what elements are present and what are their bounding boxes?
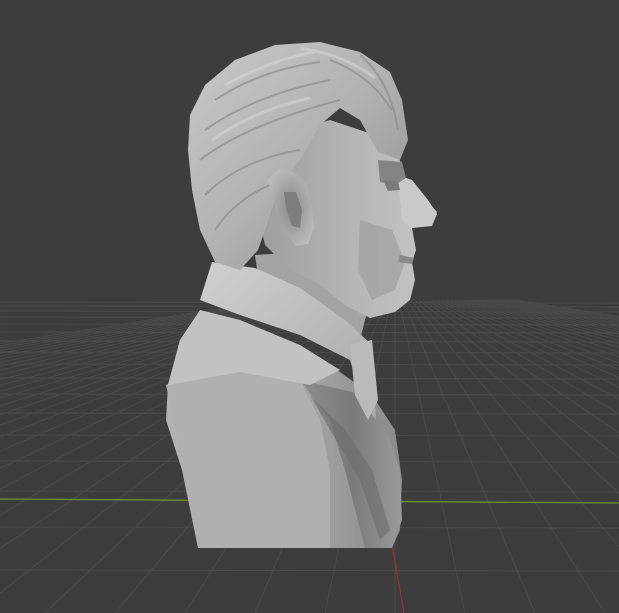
grid-line bbox=[434, 299, 619, 388]
grid-line bbox=[482, 299, 619, 330]
grid-line bbox=[402, 299, 536, 613]
grid-line bbox=[458, 299, 619, 348]
grid-line bbox=[494, 299, 619, 325]
grid-line bbox=[462, 299, 619, 345]
torso-front bbox=[166, 370, 330, 548]
3d-viewport[interactable] bbox=[0, 0, 619, 613]
bust-model[interactable] bbox=[166, 42, 437, 548]
grid-line bbox=[398, 299, 466, 613]
grid-line bbox=[490, 299, 619, 326]
grid-line bbox=[438, 299, 619, 379]
grid-line bbox=[470, 299, 619, 338]
nose bbox=[398, 175, 437, 228]
grid-line bbox=[454, 299, 619, 353]
grid-line bbox=[0, 340, 619, 343]
viewport-canvas[interactable] bbox=[0, 0, 619, 613]
grid-line bbox=[0, 569, 619, 572]
y-axis-line bbox=[391, 544, 405, 613]
grid-line bbox=[498, 299, 619, 323]
